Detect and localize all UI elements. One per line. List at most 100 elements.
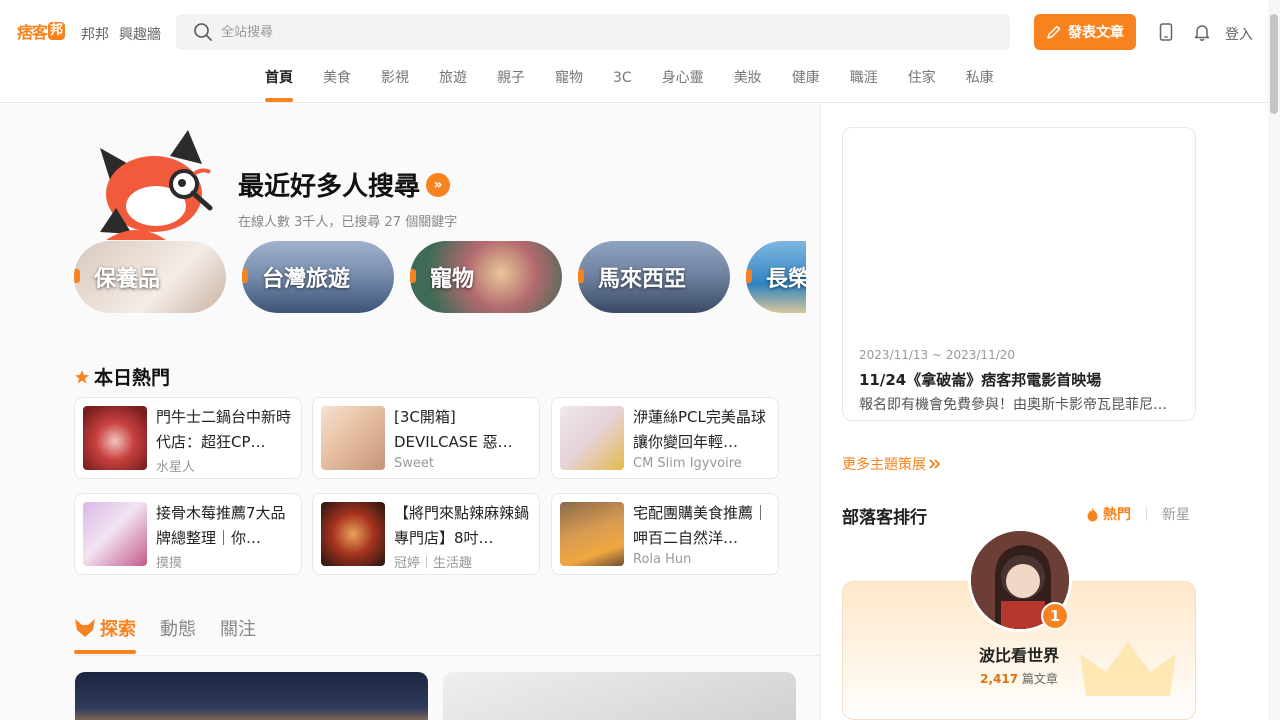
- trending-title[interactable]: 最近好多人搜尋 »: [238, 166, 451, 203]
- link-bangbang[interactable]: 邦邦: [81, 24, 109, 44]
- login-link[interactable]: 登入: [1225, 24, 1253, 44]
- article-author: CM Slim Igyvoire: [633, 456, 742, 471]
- blogger-article-count: 2,417 篇文章: [842, 670, 1196, 687]
- article-title: 門牛士二鍋台中新時代店：超狂CP…: [156, 408, 292, 451]
- event-date: 2023/11/13 ~ 2023/11/20: [859, 348, 1016, 362]
- rank-badge: 1: [1041, 602, 1069, 630]
- tab-explore[interactable]: 探索: [74, 614, 136, 654]
- hot-today-grid: 門牛士二鍋台中新時代店：超狂CP… 水星人 [3C開箱] DEVILCASE 惡…: [74, 397, 780, 575]
- logo-box: 邦: [48, 22, 66, 40]
- double-chevron-icon: »: [426, 172, 451, 197]
- trend-pill[interactable]: 台灣旅遊: [242, 241, 394, 313]
- ranking-tab-new[interactable]: 新星: [1162, 504, 1190, 524]
- article-author: 水星人: [156, 460, 196, 475]
- tab-following[interactable]: 關注: [220, 614, 256, 642]
- trending-subtitle: 在線人數 3千人，已搜尋 27 個關鍵字: [238, 215, 458, 230]
- fox-icon: [75, 619, 95, 637]
- article-title: 【將門來點辣麻辣鍋專門店】8吋…: [394, 504, 530, 547]
- search-input[interactable]: [221, 24, 921, 40]
- pixnet-logo[interactable]: 痞客 邦: [17, 20, 66, 42]
- top-header: 痞客 邦 邦邦 興趣牆 發表文章 登入 首頁: [0, 0, 1268, 103]
- more-topics-link[interactable]: 更多主題策展: [842, 454, 941, 474]
- feed-post-image[interactable]: [443, 672, 796, 720]
- tab-travel[interactable]: 旅遊: [424, 58, 482, 98]
- hot-article-card[interactable]: 宅配團購美食推薦｜呷百二自然洋… Rola Hun: [551, 493, 779, 575]
- tab-beauty[interactable]: 美妝: [719, 58, 777, 98]
- trending-title-text: 最近好多人搜尋: [238, 172, 421, 202]
- article-thumbnail: [83, 406, 147, 470]
- trend-pill-label: 馬來西亞: [598, 267, 687, 292]
- article-thumbnail: [560, 502, 624, 566]
- bell-icon[interactable]: [1192, 22, 1212, 42]
- event-card[interactable]: 2023/11/13 ~ 2023/11/20 11/24《拿破崙》痞客邦電影首…: [842, 127, 1196, 421]
- pill-marker: [410, 269, 416, 283]
- star-icon: [75, 369, 89, 383]
- hot-article-card[interactable]: [3C開箱] DEVILCASE 惡… Sweet: [312, 397, 540, 479]
- hot-article-card[interactable]: 【將門來點辣麻辣鍋專門店】8吋… 冠婷｜生活趣: [312, 493, 540, 575]
- flame-icon: [1087, 507, 1098, 521]
- article-count-number: 2,417: [980, 672, 1019, 686]
- ranking-tab-hot[interactable]: 熱門: [1086, 504, 1131, 524]
- logo-text: 痞客: [17, 23, 48, 42]
- main-column: 最近好多人搜尋 » 在線人數 3千人，已搜尋 27 個關鍵字 保養品 台灣旅遊 …: [0, 104, 821, 720]
- pill-marker: [74, 269, 80, 283]
- page-scrollbar[interactable]: [1268, 0, 1280, 720]
- trend-pill-label: 保養品: [94, 267, 161, 292]
- article-title: 接骨木莓推薦7大品牌總整理｜你…: [156, 504, 286, 547]
- tab-parenting[interactable]: 親子: [482, 58, 540, 98]
- trending-pills: 保養品 台灣旅遊 寵物 馬來西亞 長榮: [74, 241, 806, 313]
- pill-marker: [242, 269, 248, 283]
- tab-private[interactable]: 私康: [951, 58, 1009, 98]
- mobile-icon[interactable]: [1156, 22, 1176, 42]
- article-title: 宅配團購美食推薦｜呷百二自然洋…: [633, 504, 769, 547]
- tab-divider: [1146, 507, 1147, 521]
- tab-activity[interactable]: 動態: [160, 614, 196, 642]
- article-author: 摸摸: [156, 556, 183, 571]
- tab-home[interactable]: 首頁: [250, 58, 308, 102]
- hot-article-card[interactable]: 接骨木莓推薦7大品牌總整理｜你… 摸摸: [74, 493, 302, 575]
- tab-3c[interactable]: 3C: [598, 58, 647, 98]
- feed-post-image[interactable]: [75, 672, 428, 720]
- tab-home-living[interactable]: 住家: [893, 58, 951, 98]
- pencil-icon: [1047, 25, 1061, 39]
- scrollbar-thumb[interactable]: [1270, 14, 1278, 114]
- ranking-tab-hot-label: 熱門: [1103, 507, 1131, 523]
- trend-pill[interactable]: 馬來西亞: [578, 241, 730, 313]
- article-author: 冠婷｜生活趣: [394, 556, 473, 571]
- pill-marker: [746, 269, 752, 283]
- category-tabs: 首頁 美食 影視 旅遊 親子 寵物 3C 身心靈 美妝 健康 職涯 住家 私康: [250, 58, 1009, 103]
- trend-pill[interactable]: 保養品: [74, 241, 226, 313]
- search-icon: [194, 23, 212, 41]
- article-thumbnail: [560, 406, 624, 470]
- tab-explore-label: 探索: [100, 619, 136, 640]
- trend-pill-label: 寵物: [430, 267, 475, 292]
- hot-article-card[interactable]: 門牛士二鍋台中新時代店：超狂CP… 水星人: [74, 397, 302, 479]
- tab-health[interactable]: 健康: [777, 58, 835, 98]
- tab-career[interactable]: 職涯: [835, 58, 893, 98]
- tab-food[interactable]: 美食: [308, 58, 366, 98]
- tab-activity-label: 動態: [160, 619, 196, 640]
- article-author: Rola Hun: [633, 552, 692, 567]
- double-chevron-right-icon: [929, 459, 941, 469]
- tab-pets[interactable]: 寵物: [540, 58, 598, 98]
- post-article-label: 發表文章: [1068, 25, 1124, 41]
- article-count-unit: 篇文章: [1021, 672, 1058, 686]
- tab-following-label: 關注: [220, 619, 256, 640]
- blogger-name: 波比看世界: [978, 646, 1059, 665]
- search-bar[interactable]: [176, 14, 1010, 50]
- fox-mascot-icon: [100, 130, 213, 240]
- event-description: 報名即有機會免費參與！由奧斯卡影帝瓦昆菲尼…: [859, 397, 1167, 413]
- trend-pill[interactable]: 寵物: [410, 241, 562, 313]
- tab-mind[interactable]: 身心靈: [647, 58, 719, 98]
- article-thumbnail: [321, 502, 385, 566]
- trend-pill[interactable]: 長榮: [746, 241, 806, 313]
- ranking-tabs: 熱門 新星: [1086, 504, 1190, 524]
- link-interest-wall[interactable]: 興趣牆: [119, 24, 161, 44]
- tab-film[interactable]: 影視: [366, 58, 424, 98]
- hot-today-heading: 本日熱門: [74, 363, 170, 390]
- article-title: [3C開箱] DEVILCASE 惡…: [394, 408, 513, 451]
- hot-article-card[interactable]: 洢蓮絲PCL完美晶球讓你變回年輕… CM Slim Igyvoire: [551, 397, 779, 479]
- feed-tabs: 探索 動態 關注: [74, 614, 256, 654]
- post-article-button[interactable]: 發表文章: [1034, 14, 1136, 50]
- feed-divider: [74, 655, 820, 656]
